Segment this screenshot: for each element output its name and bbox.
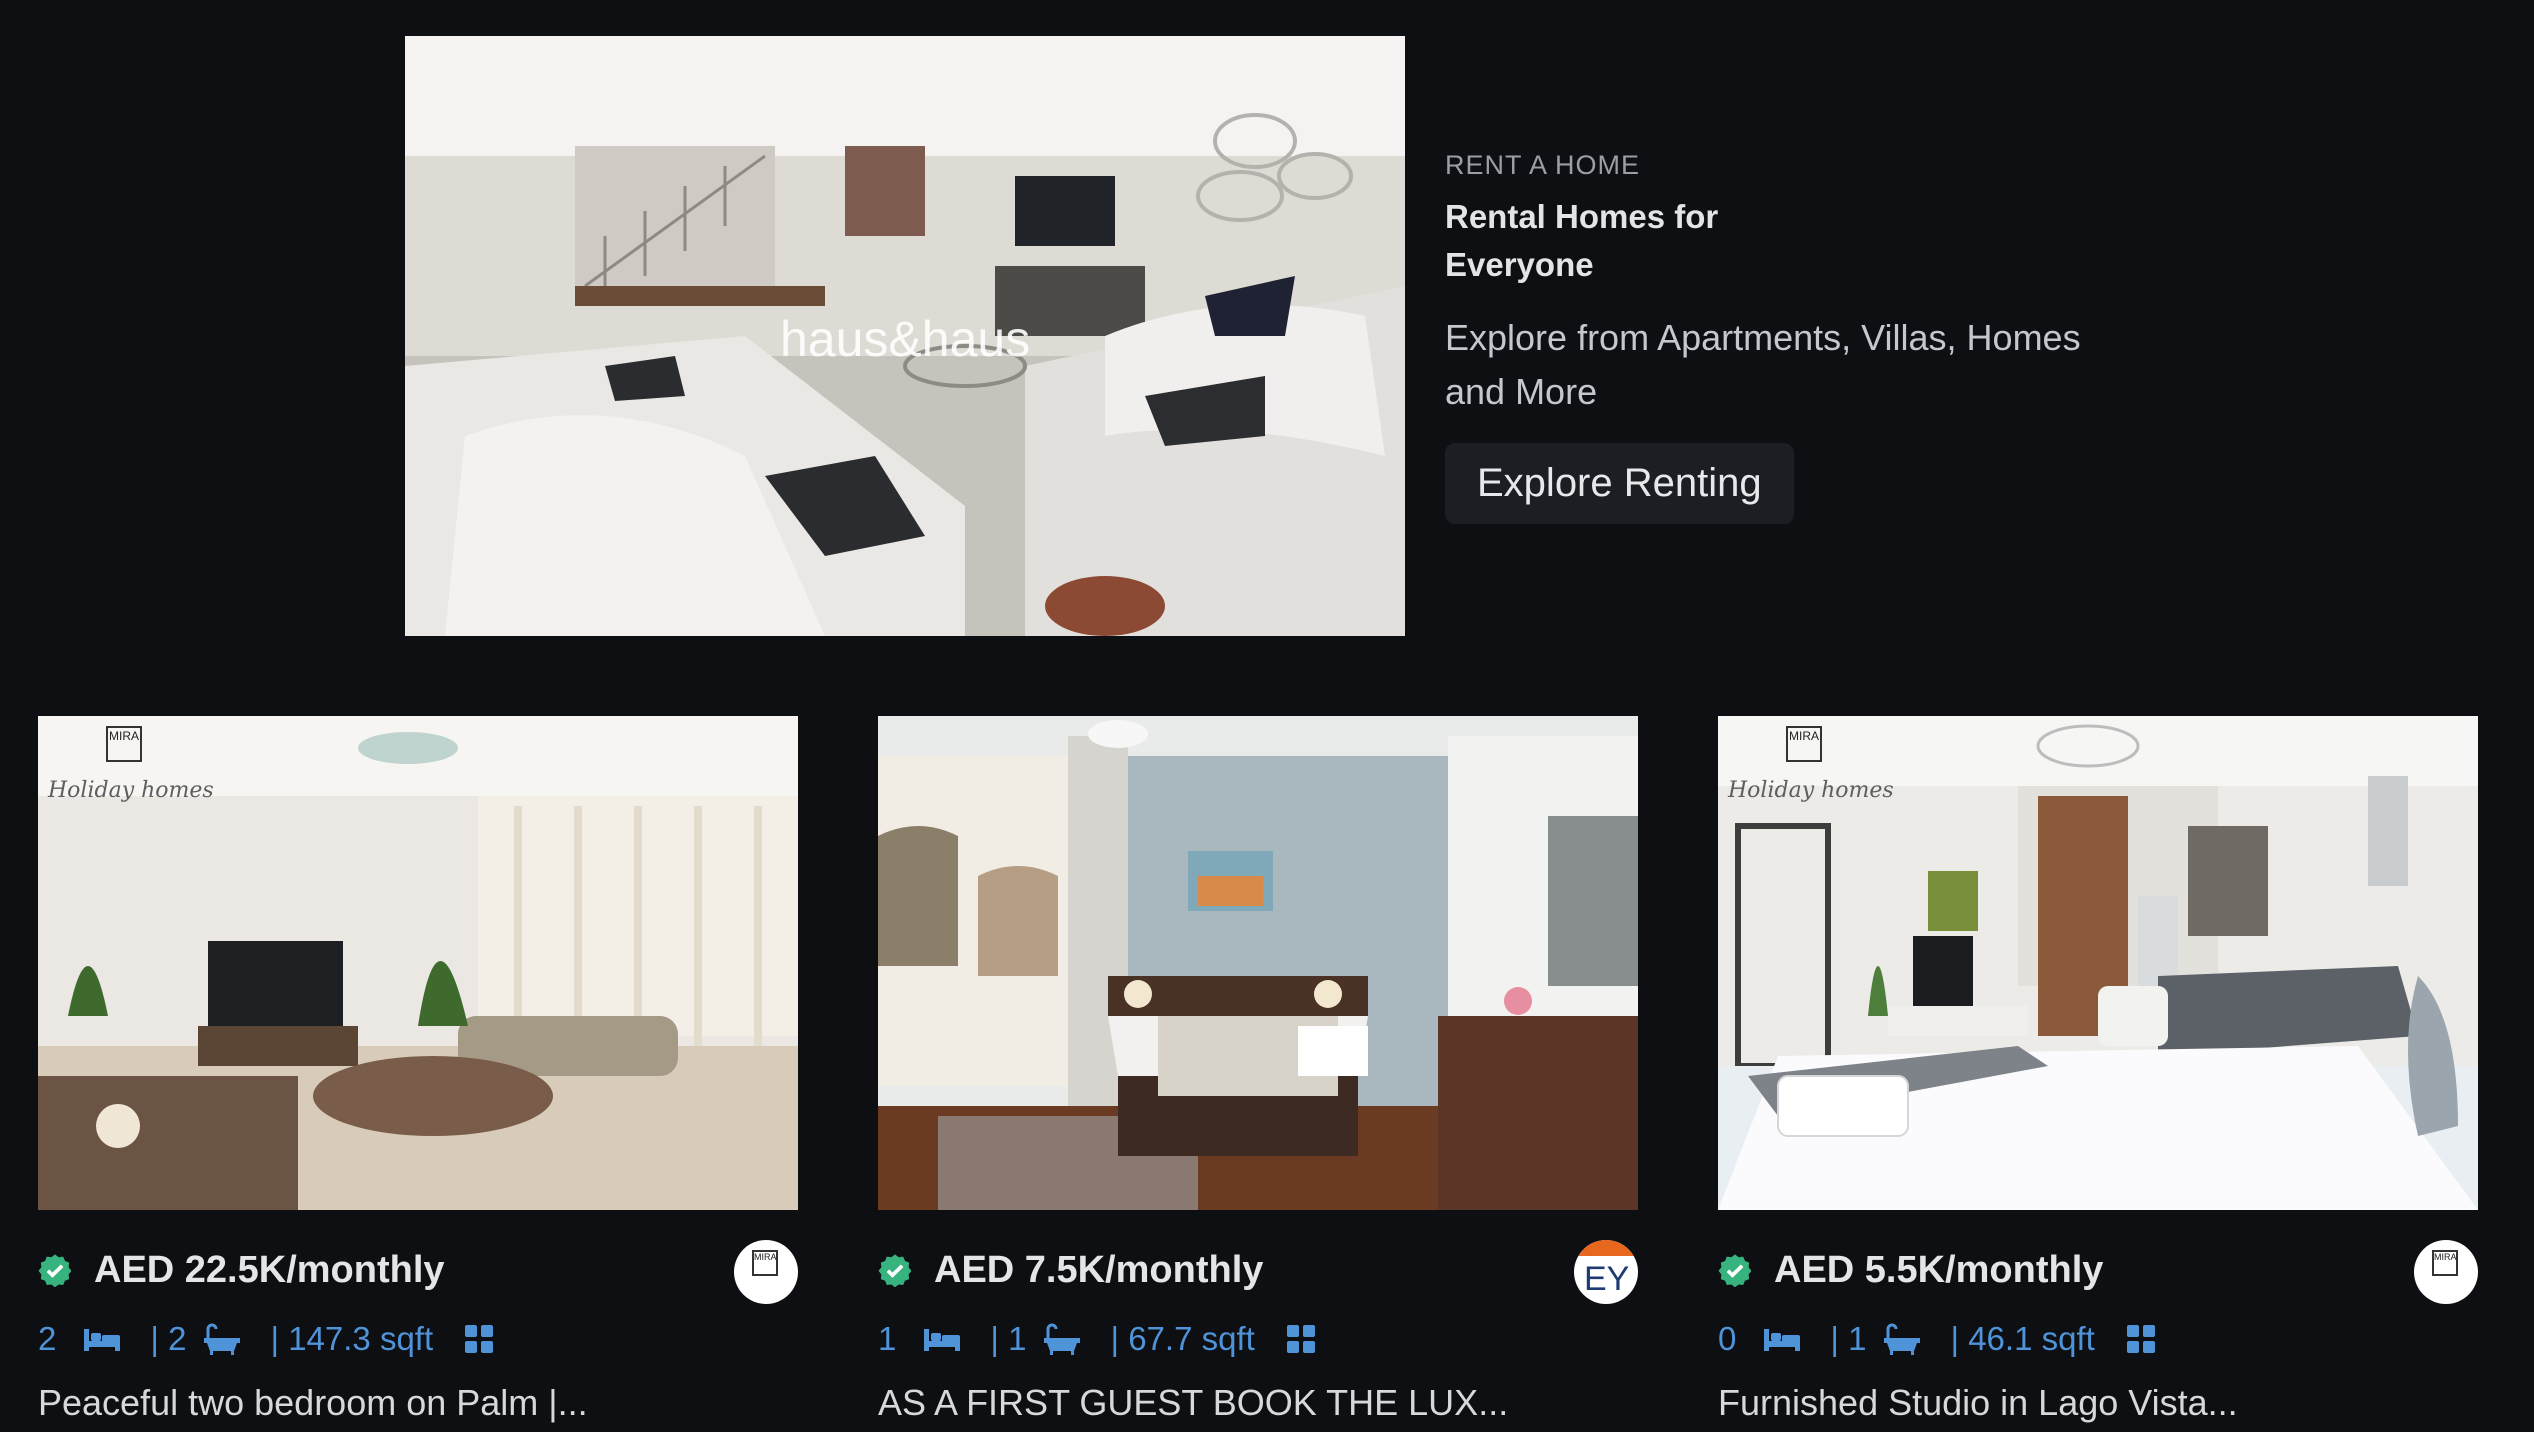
beds-count: 0 [1718,1320,1737,1357]
brand-logo: MIRA [106,726,142,762]
listing-specs: 2 | 2 | 147.3 sqft [38,1320,798,1358]
listing-card[interactable]: MIRA Holiday homes AED 5.5K/monthly MIRA… [1718,716,2478,1424]
living-room-photo: haus&haus [405,36,1405,636]
hero-image: haus&haus [405,36,1405,636]
listing-title[interactable]: Peaceful two bedroom on Palm |... [38,1382,798,1424]
bathtub-icon [1884,1323,1921,1355]
listing-title[interactable]: Furnished Studio in Lago Vista... [1718,1382,2478,1424]
price-row: AED 7.5K/monthly EY [878,1240,1638,1304]
baths-count: | 2 [150,1320,187,1357]
listing-title[interactable]: AS A FIRST GUEST BOOK THE LUX... [878,1382,1638,1424]
baths-count: | 1 [990,1320,1027,1357]
hero-title: Rental Homes for Everyone [1445,198,1719,283]
hero-eyebrow: RENT A HOME [1445,150,1641,180]
price-row: AED 22.5K/monthly MIRA [38,1240,798,1304]
agency-logo[interactable]: MIRA [734,1240,798,1304]
listing-card[interactable]: MIRA Holiday homes AED 22.5K/monthly MIR… [38,716,798,1424]
listing-specs: 0 | 1 | 46.1 sqft [1718,1320,2478,1358]
verified-check-icon [38,1254,72,1287]
area-value: | 67.7 sqft [1110,1320,1255,1357]
grid-area-icon [465,1325,494,1353]
beds-count: 1 [878,1320,897,1357]
verified-check-icon [1718,1254,1752,1287]
listing-photo[interactable] [878,716,1638,1210]
bed-icon [924,1329,961,1351]
bed-icon [84,1329,121,1351]
beds-count: 2 [38,1320,57,1357]
photo-caption: Holiday homes [1728,778,1894,803]
agency-logo[interactable]: MIRA [2414,1240,2478,1304]
brand-logo: MIRA [1786,726,1822,762]
bathtub-icon [1044,1323,1081,1355]
grid-area-icon [2126,1325,2155,1353]
photo-caption: Holiday homes [48,778,214,803]
listing-price: AED 22.5K/monthly [94,1248,445,1291]
listing-photo[interactable]: MIRA Holiday homes [38,716,798,1210]
listing-price: AED 5.5K/monthly [1774,1248,2104,1291]
listing-price: AED 7.5K/monthly [934,1248,1264,1291]
listing-photo[interactable]: MIRA Holiday homes [1718,716,2478,1210]
hero-watermark: haus&haus [780,311,1030,367]
explore-renting-button[interactable]: Explore Renting [1445,443,1794,524]
listing-card[interactable]: AED 7.5K/monthly EY 1 | 1 | 67.7 sqft AS… [878,716,1638,1424]
verified-check-icon [878,1254,912,1287]
baths-count: | 1 [1830,1320,1867,1357]
grid-area-icon [1286,1325,1315,1353]
area-value: | 46.1 sqft [1950,1320,2095,1357]
agency-logo[interactable]: EY [1574,1240,1638,1304]
hero-subtitle: Explore from Apartments, Villas, Homes a… [1445,317,2081,412]
listing-specs: 1 | 1 | 67.7 sqft [878,1320,1638,1358]
hero-text-block: RENT A HOME Rental Homes for Everyone Ex… [1445,150,2145,524]
price-row: AED 5.5K/monthly MIRA [1718,1240,2478,1304]
area-value: | 147.3 sqft [270,1320,434,1357]
bed-icon [1764,1329,1801,1351]
bathtub-icon [204,1323,241,1355]
